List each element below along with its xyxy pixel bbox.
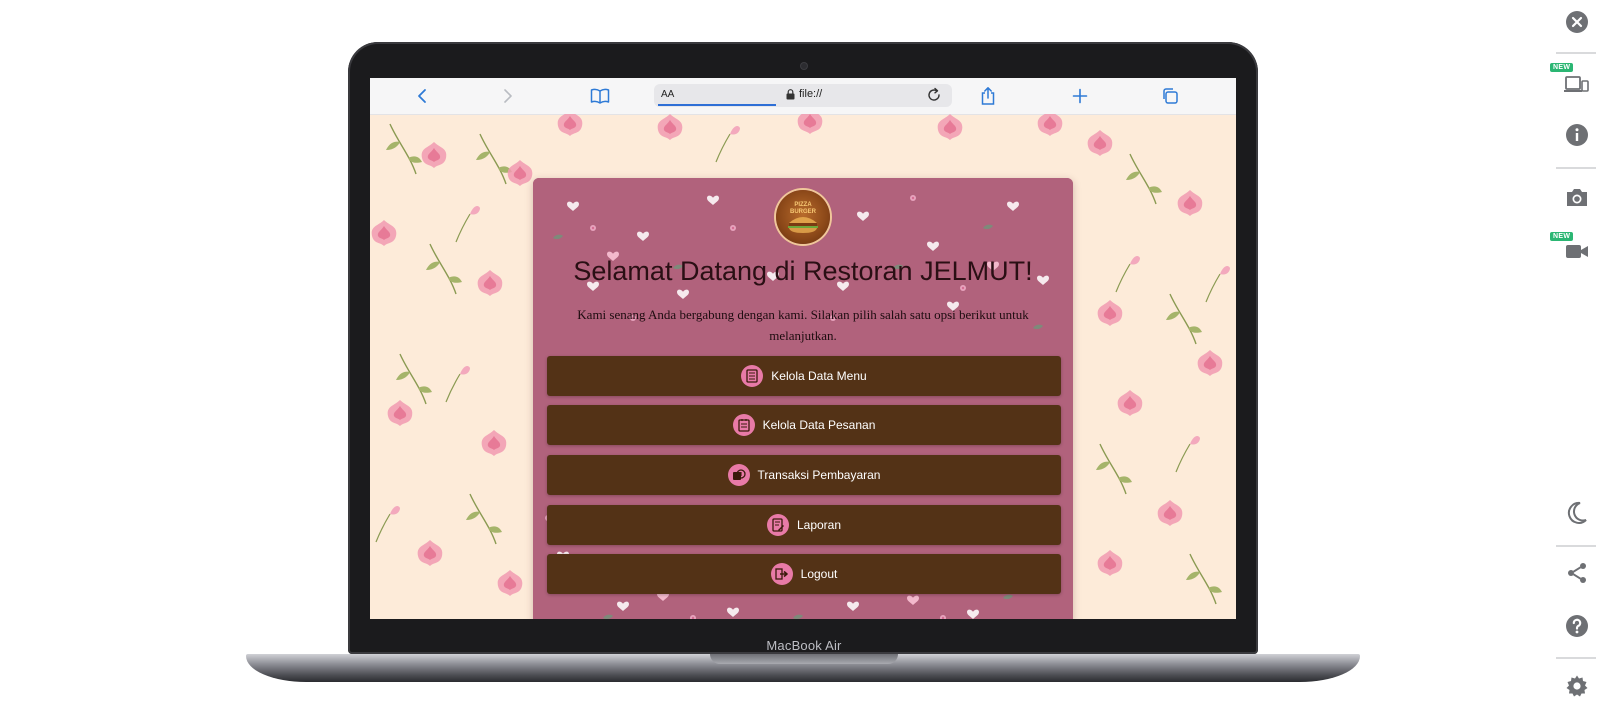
toolbar-divider (1556, 545, 1596, 547)
browser-toolbar: AA file:// (370, 78, 1236, 115)
menu-list-icon (741, 365, 764, 387)
address-bar[interactable]: AA file:// (654, 84, 952, 107)
welcome-card: PIZZA BURGER Selamat Datang di Restoran … (533, 178, 1073, 619)
laptop-notch (710, 654, 898, 664)
dark-mode-icon[interactable] (1564, 500, 1590, 526)
settings-icon[interactable] (1564, 673, 1590, 699)
url-display[interactable]: file:// (786, 88, 822, 100)
toolbar-divider (1556, 167, 1596, 169)
load-progress-bar (658, 104, 776, 106)
book-icon[interactable] (588, 84, 612, 108)
page-title: Selamat Datang di Restoran JELMUT! (573, 256, 1033, 286)
order-data-button[interactable]: Kelola Data Pesanan (547, 405, 1061, 445)
logout-icon (770, 563, 793, 585)
logo-text-mid: BURGER (790, 209, 817, 215)
restaurant-logo: PIZZA BURGER (776, 190, 830, 244)
logout-button-label: Logout (800, 567, 838, 581)
logout-button[interactable]: Logout (547, 554, 1061, 594)
text-size-button[interactable]: AA (661, 89, 674, 100)
payment-icon (727, 464, 750, 486)
payment-transaction-button[interactable]: Transaksi Pembayaran (547, 455, 1061, 495)
tabs-icon[interactable] (1158, 84, 1182, 108)
toolbar-divider (1556, 657, 1596, 659)
close-icon[interactable] (1564, 9, 1590, 35)
camera-icon[interactable] (1564, 184, 1590, 210)
laptop-screen: AA file:// PIZZA BURGER Selamat Datang d… (370, 78, 1236, 619)
plus-icon[interactable] (1068, 84, 1092, 108)
reload-icon[interactable] (926, 87, 942, 108)
camera-dot (801, 63, 807, 69)
payment-transaction-button-label: Transaksi Pembayaran (757, 468, 881, 482)
menu-data-button[interactable]: Kelola Data Menu (547, 356, 1061, 396)
toolbar-divider (1556, 52, 1596, 54)
card-heart-pattern (533, 178, 1073, 619)
video-icon[interactable] (1564, 238, 1590, 264)
info-icon[interactable] (1564, 122, 1590, 148)
responsive-devices-icon[interactable] (1564, 70, 1590, 96)
url-text: file:// (799, 88, 823, 100)
lock-icon (786, 88, 795, 99)
model-label: MacBook Air (766, 638, 842, 653)
report-button-label: Laporan (796, 518, 842, 532)
right-toolbar: NEW NEW (1548, 0, 1600, 722)
report-button[interactable]: Laporan (547, 505, 1061, 545)
report-icon (766, 514, 789, 536)
menu-data-button-label: Kelola Data Menu (771, 369, 867, 383)
order-data-button-label: Kelola Data Pesanan (762, 418, 876, 432)
chevron-left-icon[interactable] (410, 84, 434, 108)
chevron-right-icon[interactable] (496, 84, 520, 108)
page-subtitle: Kami senang Anda bergabung dengan kami. … (577, 307, 1029, 343)
order-list-icon (732, 414, 755, 436)
help-icon[interactable] (1564, 613, 1590, 639)
share-icon[interactable] (976, 84, 1000, 108)
logo-text-top: PIZZA (794, 202, 812, 208)
share-icon[interactable] (1564, 560, 1590, 586)
